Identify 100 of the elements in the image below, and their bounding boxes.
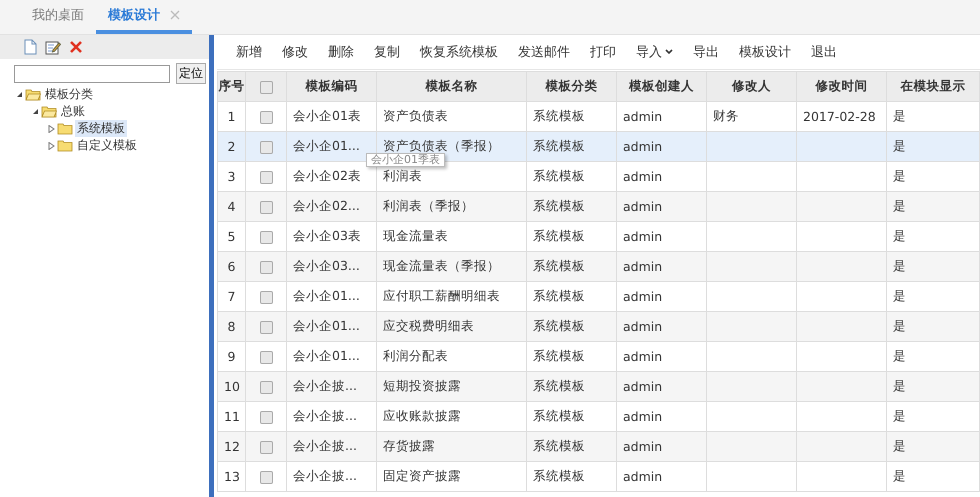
checkbox[interactable]: [260, 81, 272, 94]
checkbox[interactable]: [260, 411, 272, 424]
checkbox[interactable]: [260, 471, 272, 484]
checkbox[interactable]: [260, 261, 272, 274]
table-cell: admin: [623, 349, 662, 364]
tree-item[interactable]: 模板分类: [43, 86, 95, 103]
expanded-triangle-icon[interactable]: [16, 91, 23, 98]
column-header: 模板编码: [286, 72, 376, 102]
table-cell: 会小企03...: [293, 258, 360, 273]
table-cell: 会小企02表: [293, 168, 361, 183]
checkbox[interactable]: [260, 231, 272, 244]
table-cell: 现金流量表: [383, 228, 448, 243]
tree-item[interactable]: 自定义模板: [75, 137, 139, 154]
table-cell: 存货披露: [383, 438, 435, 453]
checkbox[interactable]: [260, 141, 272, 154]
checkbox[interactable]: [260, 441, 272, 454]
table-cell: admin: [623, 409, 662, 424]
folder-icon: [57, 122, 73, 135]
table-row[interactable]: 1 会小企01表 资产负债表 系统模板 admin 财务 2017-02-28 是: [218, 102, 980, 132]
table-cell: 应付职工薪酬明细表: [383, 288, 500, 303]
table-row[interactable]: 10 会小企披... 短期投资披露 系统模板 admin 是: [218, 372, 980, 402]
table-cell: 会小企01...: [293, 318, 360, 333]
toolbar-button[interactable]: 恢复系统模板: [410, 43, 508, 61]
table-cell: 应交税费明细表: [383, 318, 474, 333]
table-row[interactable]: 8 会小企01... 应交税费明细表 系统模板 admin 是: [218, 312, 980, 342]
table-cell: 是: [893, 228, 906, 243]
column-header: 在模块显示: [886, 72, 980, 102]
checkbox[interactable]: [260, 171, 272, 184]
toolbar-button[interactable]: 发送邮件: [508, 43, 580, 61]
edit-icon[interactable]: [45, 40, 61, 54]
table-cell: 利润表: [383, 168, 422, 183]
toolbar-button[interactable]: 打印: [580, 43, 626, 61]
toolbar-button[interactable]: 修改: [272, 43, 318, 61]
table-cell: admin: [623, 259, 662, 274]
table-row[interactable]: 5 会小企03表 现金流量表 系统模板 admin 是: [218, 222, 980, 252]
checkbox[interactable]: [260, 351, 272, 364]
table-cell: 短期投资披露: [383, 378, 461, 393]
table-row[interactable]: 12 会小企披... 存货披露 系统模板 admin 是: [218, 432, 980, 462]
table-cell: 13: [218, 462, 246, 492]
table-cell: 系统模板: [533, 228, 585, 243]
table-cell: 固定资产披露: [383, 468, 461, 483]
collapsed-triangle-icon[interactable]: [48, 124, 55, 132]
table-cell: 系统模板: [533, 408, 585, 423]
table-cell: 系统模板: [533, 348, 585, 363]
table-cell: admin: [623, 169, 662, 184]
close-icon[interactable]: [170, 10, 180, 20]
table-cell: 系统模板: [533, 318, 585, 333]
toolbar-button[interactable]: 删除: [318, 43, 364, 61]
tree-item[interactable]: 总账: [59, 103, 87, 120]
delete-icon[interactable]: [69, 40, 83, 54]
table-cell: 系统模板: [533, 288, 585, 303]
tooltip: 会小企01季表: [366, 153, 445, 167]
table-row[interactable]: 7 会小企01... 应付职工薪酬明细表 系统模板 admin 是: [218, 282, 980, 312]
table-cell: 是: [893, 138, 906, 153]
table-cell: 资产负债表: [383, 108, 448, 123]
table-cell: 是: [893, 408, 906, 423]
table-cell: 会小企披...: [293, 468, 357, 483]
table-cell: 会小企披...: [293, 438, 357, 453]
table-cell: 应收账款披露: [383, 408, 461, 423]
table-row[interactable]: 4 会小企02... 利润表（季报） 系统模板 admin 是: [218, 192, 980, 222]
tree-item[interactable]: 系统模板: [75, 120, 127, 137]
tab[interactable]: 我的桌面: [20, 0, 96, 34]
table-cell: 是: [893, 348, 906, 363]
toolbar-button[interactable]: 复制: [364, 43, 410, 61]
checkbox[interactable]: [260, 321, 272, 334]
table-row[interactable]: 11 会小企披... 应收账款披露 系统模板 admin 是: [218, 402, 980, 432]
locate-button[interactable]: 定位: [176, 63, 206, 84]
column-header: 修改人: [706, 72, 796, 102]
table-cell: admin: [623, 229, 662, 244]
table-cell: 现金流量表（季报）: [383, 258, 500, 273]
search-field[interactable]: [14, 64, 170, 82]
checkbox[interactable]: [260, 381, 272, 394]
table-row[interactable]: 9 会小企01... 利润分配表 系统模板 admin 是: [218, 342, 980, 372]
table-cell: 是: [893, 288, 906, 303]
checkbox[interactable]: [260, 201, 272, 214]
column-header: 模板名称: [376, 72, 526, 102]
new-document-icon[interactable]: [24, 39, 37, 55]
collapsed-triangle-icon[interactable]: [48, 142, 55, 150]
toolbar-button[interactable]: 导入: [626, 43, 683, 61]
table-cell: admin: [623, 379, 662, 394]
table-row[interactable]: 13 会小企披... 固定资产披露 系统模板 admin 是: [218, 462, 980, 492]
table-cell: 是: [893, 318, 906, 333]
toolbar-button[interactable]: 新增: [226, 43, 272, 61]
column-header: 模板创建人: [616, 72, 706, 102]
table-row[interactable]: 6 会小企03... 现金流量表（季报） 系统模板 admin 是: [218, 252, 980, 282]
table-cell: 系统模板: [533, 138, 585, 153]
toolbar-button[interactable]: 退出: [801, 43, 847, 61]
table-cell: 会小企01表: [293, 108, 361, 123]
checkbox[interactable]: [260, 291, 272, 304]
table-cell: 会小企03表: [293, 228, 361, 243]
table-cell: 会小企披...: [293, 408, 357, 423]
table-cell: 是: [893, 168, 906, 183]
toolbar-button[interactable]: 导出: [683, 43, 729, 61]
expanded-triangle-icon[interactable]: [32, 108, 39, 115]
table-cell: 系统模板: [533, 378, 585, 393]
table-cell: 是: [893, 108, 906, 123]
table-cell: 利润表（季报）: [383, 198, 474, 213]
checkbox[interactable]: [260, 111, 272, 124]
toolbar-button[interactable]: 模板设计: [729, 43, 801, 61]
table-cell: 资产负债表（季报）: [383, 138, 500, 153]
